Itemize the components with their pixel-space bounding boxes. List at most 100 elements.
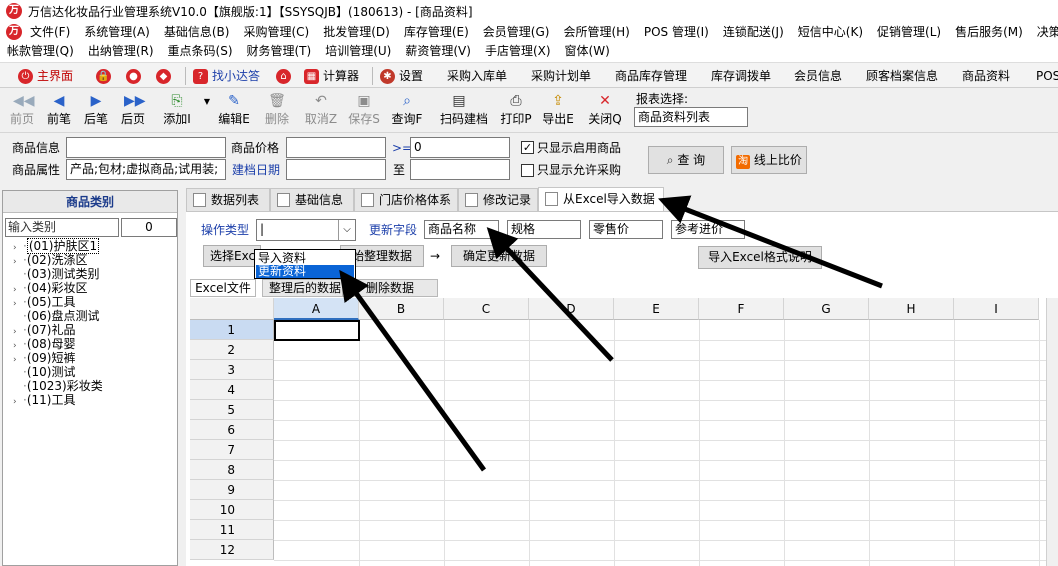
- link-customer-files[interactable]: 顾客档案信息: [866, 66, 938, 86]
- row-header[interactable]: 5: [190, 400, 274, 420]
- product-info-input[interactable]: [66, 137, 226, 158]
- menu-payroll[interactable]: 薪资管理(V): [398, 42, 478, 61]
- active-cell[interactable]: [274, 320, 360, 341]
- menu-wholesale[interactable]: 批发管理(D): [316, 23, 397, 42]
- subtab-delete-data[interactable]: 删除数据: [342, 279, 438, 297]
- field-spec[interactable]: 规格: [507, 220, 581, 239]
- menu-barcode[interactable]: 重点条码(S): [161, 42, 240, 61]
- row-header[interactable]: 11: [190, 520, 274, 540]
- category-item[interactable]: › · (01)护肤区1: [13, 238, 100, 254]
- grid-corner[interactable]: [190, 298, 274, 320]
- print-button[interactable]: ⎙ 打印P: [497, 91, 535, 131]
- field-retail-price[interactable]: 零售价: [589, 220, 663, 239]
- save-button[interactable]: ▣ 保存S: [345, 91, 383, 131]
- menu-member[interactable]: 会员管理(G): [476, 23, 557, 42]
- select-excel-button[interactable]: 选择Exc: [203, 245, 261, 267]
- next-button[interactable]: ▶ 后笔: [77, 91, 115, 131]
- column-header[interactable]: I: [954, 298, 1039, 320]
- row-header[interactable]: 2: [190, 340, 274, 360]
- date-from-input[interactable]: [286, 159, 386, 180]
- column-header[interactable]: B: [359, 298, 444, 320]
- house-button[interactable]: ⌂: [276, 66, 295, 86]
- date-to-input[interactable]: [410, 159, 510, 180]
- menu-cashier[interactable]: 出纳管理(R): [81, 42, 161, 61]
- link-purchase-in[interactable]: 采购入库单: [447, 66, 507, 86]
- add-button[interactable]: ⎘ 添加I: [158, 91, 196, 131]
- home-button[interactable]: ⏻ 主界面: [18, 66, 73, 86]
- chevron-down-icon[interactable]: ⌵: [338, 220, 355, 240]
- menu-training[interactable]: 培训管理(U): [318, 42, 398, 61]
- link-purchase-plan[interactable]: 采购计划单: [531, 66, 591, 86]
- row-header[interactable]: 7: [190, 440, 274, 460]
- only-purchasable-checkbox[interactable]: [521, 164, 534, 177]
- category-search-input[interactable]: 输入类别: [5, 218, 119, 237]
- category-item[interactable]: › ·(04)彩妆区: [13, 281, 87, 295]
- field-product-name[interactable]: 商品名称: [424, 220, 499, 239]
- menu-purchase[interactable]: 采购管理(C): [236, 23, 316, 42]
- category-item[interactable]: › ·(11)工具: [13, 393, 75, 407]
- online-compare-button[interactable]: 淘 线上比价: [731, 146, 807, 174]
- delete-button[interactable]: 🗑 删除: [258, 91, 296, 131]
- only-enabled-checkbox[interactable]: ✓: [521, 141, 534, 154]
- link-transfer[interactable]: 库存调拨单: [711, 66, 771, 86]
- spreadsheet-grid[interactable]: ABCDEFGHI 1 2 3 4 5 6 7 8 9 10 11 12: [190, 298, 1058, 566]
- category-item[interactable]: › ·(07)礼品: [13, 323, 75, 337]
- price-field-input[interactable]: [286, 137, 386, 158]
- first-page-button[interactable]: ◀◀ 前页: [3, 91, 41, 131]
- subtab-organized-data[interactable]: 整理后的数据: [262, 279, 348, 297]
- menu-logo-icon[interactable]: 万: [6, 24, 22, 40]
- column-header[interactable]: C: [444, 298, 529, 320]
- row-header[interactable]: 12: [190, 540, 274, 560]
- column-header[interactable]: F: [699, 298, 784, 320]
- confirm-update-button[interactable]: 确定更新数据: [451, 245, 547, 267]
- field-ref-cost[interactable]: 参考进价: [671, 220, 745, 239]
- menu-promo[interactable]: 促销管理(L): [870, 23, 948, 42]
- category-item[interactable]: › ·(02)洗涤区: [13, 253, 87, 267]
- category-item[interactable]: › ·(08)母婴: [13, 337, 75, 351]
- menu-after-sales[interactable]: 售后服务(M): [948, 23, 1030, 42]
- product-attr-input[interactable]: 产品;包材;虚拟商品;试用装;: [66, 159, 226, 180]
- link-pos[interactable]: POS: [1036, 66, 1058, 86]
- scan-button[interactable]: ▤ 扫码建档: [440, 91, 488, 131]
- tab-change-log[interactable]: 修改记录: [458, 188, 538, 211]
- tab-excel-import[interactable]: 从Excel导入数据: [538, 187, 664, 212]
- link-member-info[interactable]: 会员信息: [794, 66, 842, 86]
- vertical-scrollbar[interactable]: [1046, 298, 1058, 566]
- row-header[interactable]: 10: [190, 500, 274, 520]
- menu-club[interactable]: 会所管理(H): [556, 23, 636, 42]
- menu-basic-info[interactable]: 基础信息(B): [157, 23, 237, 42]
- category-item[interactable]: ·(10)测试: [13, 365, 75, 379]
- menu-system[interactable]: 系统管理(A): [77, 23, 157, 42]
- add-dropdown-button[interactable]: ▼: [198, 91, 210, 131]
- category-item[interactable]: ·(1023)彩妆类: [13, 379, 103, 393]
- row-header[interactable]: 9: [190, 480, 274, 500]
- import-help-button[interactable]: 导入Excel格式说明: [698, 246, 822, 269]
- lock-button[interactable]: 🔒: [96, 66, 115, 86]
- menu-chain[interactable]: 连锁配送(J): [716, 23, 791, 42]
- expand-icon[interactable]: ›: [13, 395, 23, 409]
- price-min-input[interactable]: 0: [410, 137, 510, 158]
- query-button[interactable]: ⌕ 查询F: [388, 91, 426, 131]
- last-page-button[interactable]: ▶▶ 后页: [114, 91, 152, 131]
- column-header[interactable]: E: [614, 298, 699, 320]
- menu-file[interactable]: 文件(F): [23, 23, 77, 42]
- row-header[interactable]: 4: [190, 380, 274, 400]
- column-header[interactable]: H: [869, 298, 954, 320]
- menu-pos[interactable]: POS 管理(I): [637, 23, 716, 42]
- row-header[interactable]: 3: [190, 360, 274, 380]
- menu-decision[interactable]: 决策分: [1030, 23, 1058, 42]
- shield-button[interactable]: ◆: [156, 66, 175, 86]
- query-search-button[interactable]: ⌕ 查 询: [648, 146, 724, 174]
- edit-button[interactable]: ✎ 编辑E: [215, 91, 253, 131]
- tab-data-list[interactable]: 数据列表: [186, 188, 270, 211]
- menu-accounts[interactable]: 帐款管理(Q): [0, 42, 81, 61]
- find-help-button[interactable]: ? 找小达答: [193, 66, 260, 86]
- settings-button[interactable]: ✱ 设置: [380, 66, 423, 86]
- menu-window[interactable]: 窗体(W): [558, 42, 617, 61]
- option-update[interactable]: 更新资料: [256, 265, 354, 278]
- tab-store-price[interactable]: 门店价格体系: [354, 188, 458, 211]
- category-item[interactable]: ·(06)盘点测试: [13, 309, 99, 323]
- column-header[interactable]: A: [274, 298, 359, 320]
- close-button[interactable]: ✕ 关闭Q: [586, 91, 624, 131]
- menu-sms[interactable]: 短信中心(K): [791, 23, 870, 42]
